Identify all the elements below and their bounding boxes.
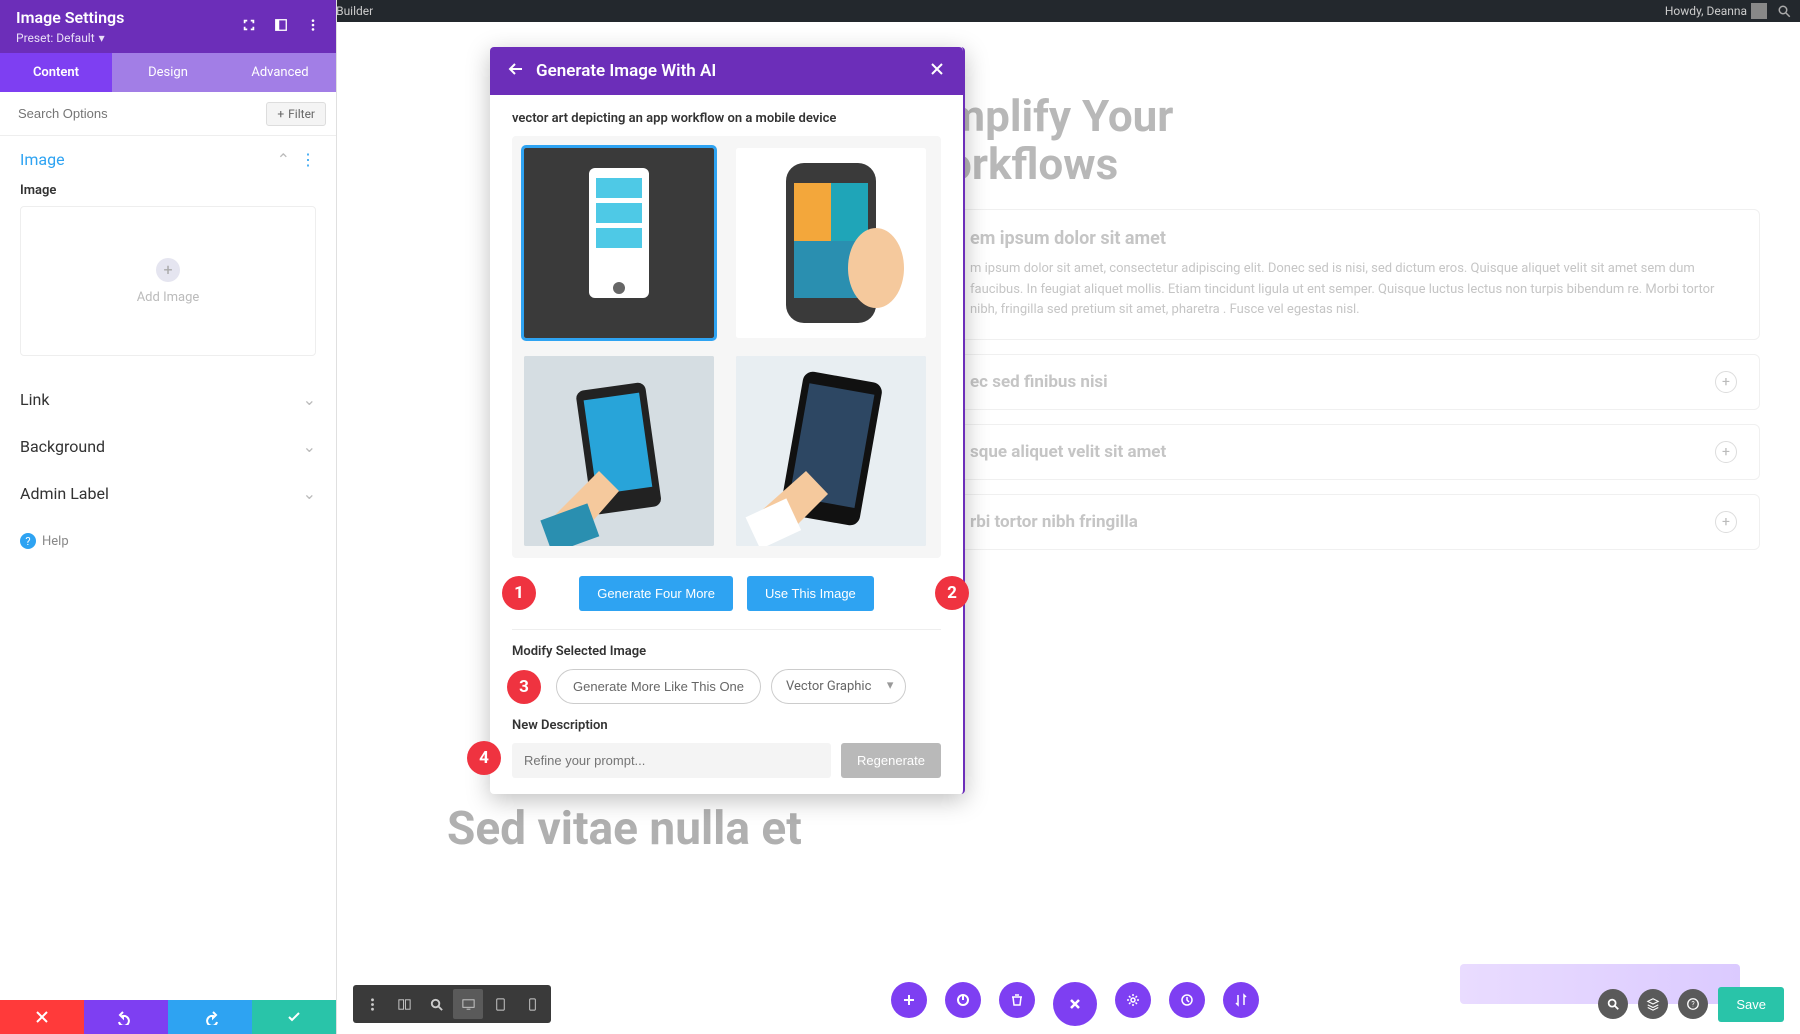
accordion-item[interactable]: rbi tortor nibh fringilla + xyxy=(947,494,1760,550)
kebab-icon[interactable] xyxy=(357,989,387,1019)
help-icon[interactable]: ? xyxy=(1678,989,1708,1019)
help-link[interactable]: ? Help xyxy=(0,517,336,565)
undo-button[interactable] xyxy=(84,1000,168,1034)
annotation-badge-1: 1 xyxy=(502,576,536,610)
sort-icon[interactable] xyxy=(1223,982,1259,1018)
section-image[interactable]: Image ⌃ ⋮ xyxy=(0,136,336,183)
search-icon[interactable] xyxy=(1777,4,1792,19)
content-card: em ipsum dolor sit amet m ipsum dolor si… xyxy=(947,209,1760,340)
desktop-view-icon[interactable] xyxy=(453,989,483,1019)
plus-icon: + xyxy=(1715,441,1737,463)
generated-images-grid xyxy=(512,136,941,558)
generated-image-1[interactable] xyxy=(524,148,714,338)
ai-image-modal: Generate Image With AI vector art depict… xyxy=(490,47,965,794)
plus-icon: + xyxy=(277,107,284,121)
annotation-badge-3: 3 xyxy=(507,670,541,704)
generate-four-more-button[interactable]: Generate Four More xyxy=(579,576,733,611)
history-icon[interactable] xyxy=(1169,982,1205,1018)
wireframe-view-icon[interactable] xyxy=(389,989,419,1019)
chevron-down-icon: ⌄ xyxy=(303,437,316,456)
accordion-item[interactable]: ec sed finibus nisi + xyxy=(947,354,1760,410)
center-actions xyxy=(891,982,1259,1026)
hero-section: mplify Yourorkflows em ipsum dolor sit a… xyxy=(947,92,1760,550)
save-button[interactable]: Save xyxy=(1718,987,1784,1022)
use-this-image-button[interactable]: Use This Image xyxy=(747,576,874,611)
regenerate-button[interactable]: Regenerate xyxy=(841,743,941,778)
tab-design[interactable]: Design xyxy=(112,53,224,92)
zoom-icon[interactable] xyxy=(421,989,451,1019)
right-actions: ? Save xyxy=(1598,987,1784,1022)
accordion-item[interactable]: sque aliquet velit sit amet + xyxy=(947,424,1760,480)
settings-panel: Image Settings Preset: Default ▾ Content… xyxy=(0,0,337,1034)
gear-icon[interactable] xyxy=(1115,982,1151,1018)
tablet-view-icon[interactable] xyxy=(485,989,515,1019)
panel-title: Image Settings xyxy=(16,8,124,27)
plus-icon: + xyxy=(156,258,180,282)
generated-image-4[interactable] xyxy=(736,356,926,546)
view-mode-group xyxy=(353,985,551,1023)
svg-text:?: ? xyxy=(1692,1001,1696,1009)
power-icon[interactable] xyxy=(945,982,981,1018)
avatar xyxy=(1751,3,1767,19)
close-button[interactable] xyxy=(0,1000,84,1034)
help-icon: ? xyxy=(20,533,36,549)
section-link[interactable]: Link ⌄ xyxy=(0,376,336,423)
add-button[interactable] xyxy=(891,982,927,1018)
chevron-down-icon: ⌄ xyxy=(303,484,316,503)
layers-icon[interactable] xyxy=(1638,989,1668,1019)
chevron-down-icon: ▾ xyxy=(99,31,105,45)
new-description-label: New Description xyxy=(512,718,941,733)
generated-image-3[interactable] xyxy=(524,356,714,546)
tab-advanced[interactable]: Advanced xyxy=(224,53,336,92)
builder-bottom-bar: ? Save xyxy=(337,984,1800,1024)
section-background[interactable]: Background ⌄ xyxy=(0,423,336,470)
modal-header: Generate Image With AI xyxy=(490,47,963,95)
expand-icon[interactable] xyxy=(242,17,256,36)
dock-icon[interactable] xyxy=(274,17,288,36)
add-image-drop[interactable]: + Add Image xyxy=(20,206,316,356)
settings-tabs: Content Design Advanced xyxy=(0,53,336,92)
generate-more-like-this-button[interactable]: Generate More Like This One xyxy=(556,669,761,704)
chevron-down-icon: ⌄ xyxy=(303,390,316,409)
search-icon[interactable] xyxy=(1598,989,1628,1019)
generated-image-2[interactable] xyxy=(736,148,926,338)
field-label-image: Image xyxy=(20,183,316,198)
lower-heading: Sed vitae nulla et xyxy=(447,802,802,856)
plus-icon: + xyxy=(1715,371,1737,393)
kebab-icon[interactable] xyxy=(306,17,320,36)
hero-title: mplify Yourorkflows xyxy=(947,92,1760,189)
confirm-button[interactable] xyxy=(252,1000,336,1034)
refine-prompt-input[interactable] xyxy=(512,743,831,778)
modal-title: Generate Image With AI xyxy=(536,61,716,81)
howdy-user[interactable]: Howdy, Deanna xyxy=(1665,3,1767,19)
mobile-view-icon[interactable] xyxy=(517,989,547,1019)
panel-header: Image Settings Preset: Default ▾ xyxy=(0,0,336,53)
back-icon[interactable] xyxy=(508,61,524,81)
filter-button[interactable]: +Filter xyxy=(266,102,326,126)
preset-selector[interactable]: Preset: Default ▾ xyxy=(16,31,124,45)
kebab-icon[interactable]: ⋮ xyxy=(300,150,316,169)
tab-content[interactable]: Content xyxy=(0,53,112,92)
style-select[interactable]: Vector Graphic xyxy=(771,669,906,704)
section-admin-label[interactable]: Admin Label ⌄ xyxy=(0,470,336,517)
annotation-badge-4: 4 xyxy=(467,741,501,775)
panel-footer xyxy=(0,1000,336,1034)
chevron-up-icon: ⌃ xyxy=(277,150,290,169)
search-row: +Filter xyxy=(0,92,336,136)
modify-label: Modify Selected Image xyxy=(512,629,941,659)
close-center-button[interactable] xyxy=(1053,982,1097,1026)
card-body: m ipsum dolor sit amet, consectetur adip… xyxy=(970,259,1737,321)
redo-button[interactable] xyxy=(168,1000,252,1034)
close-icon[interactable] xyxy=(929,61,945,81)
card-title: em ipsum dolor sit amet xyxy=(970,228,1737,249)
trash-icon[interactable] xyxy=(999,982,1035,1018)
annotation-badge-2: 2 xyxy=(935,576,969,610)
plus-icon: + xyxy=(1715,511,1737,533)
search-input[interactable] xyxy=(10,100,266,127)
prompt-text: vector art depicting an app workflow on … xyxy=(512,111,941,126)
section-image-body: Image + Add Image xyxy=(0,183,336,376)
